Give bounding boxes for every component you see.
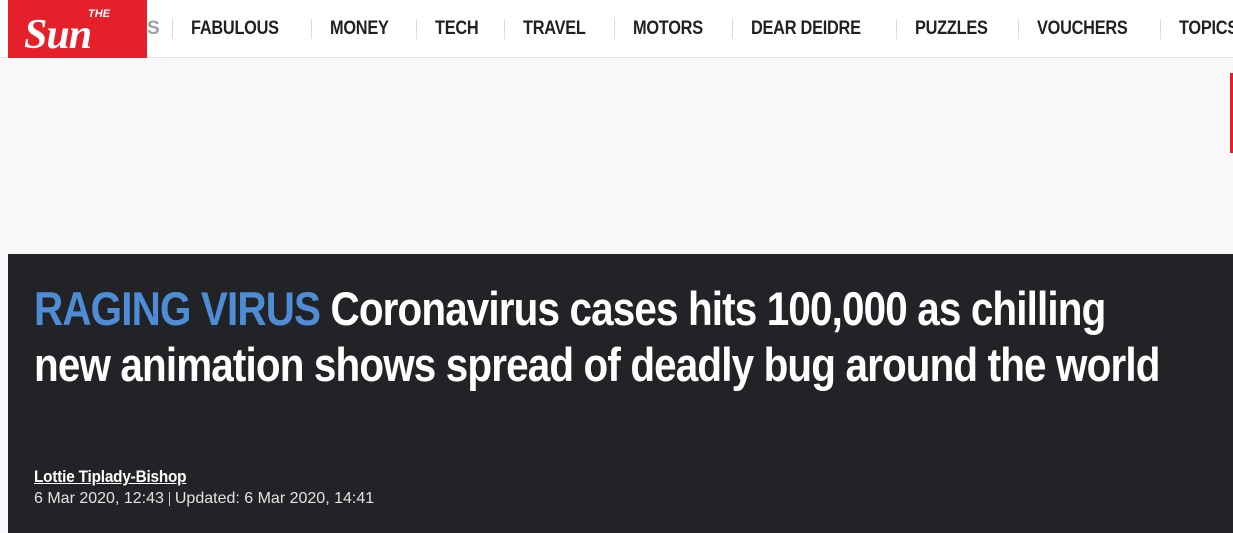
article-timestamps: 6 Mar 2020, 12:43 Updated: 6 Mar 2020, 1… [34, 490, 374, 508]
article-headline: RAGING VIRUS Coronavirus cases hits 100,… [34, 281, 1174, 393]
nav-item-travel[interactable]: TRAVEL [505, 0, 614, 58]
nav-item-topics-a-z[interactable]: TOPICS A-Z [1161, 0, 1233, 58]
updated-date: Updated: 6 Mar 2020, 14:41 [174, 490, 375, 507]
nav-item-tech[interactable]: TECH [417, 0, 504, 58]
svg-text:THE: THE [88, 8, 111, 20]
nav-link-tech[interactable]: TECH [435, 18, 479, 40]
nav-link-topics-a-z[interactable]: TOPICS A-Z [1179, 18, 1233, 40]
article-header: RAGING VIRUS Coronavirus cases hits 100,… [8, 254, 1233, 533]
top-navigation-bar: THE Sun S FABULOUS MONEY TECH TRAVEL MOT… [0, 0, 1233, 58]
the-sun-logo-mark: THE Sun [24, 8, 111, 54]
nav-item-fabulous[interactable]: FABULOUS [173, 0, 311, 58]
the-sun-logo[interactable]: THE Sun [8, 0, 147, 58]
article-kicker: RAGING VIRUS [34, 282, 321, 335]
nav-link-puzzles[interactable]: PUZZLES [915, 18, 988, 40]
timestamp-divider [168, 492, 170, 506]
nav-item-money[interactable]: MONEY [312, 0, 416, 58]
nav-item-partial[interactable]: S [147, 0, 160, 58]
nav-item-dear-deidre[interactable]: DEAR DEIDRE [733, 0, 897, 58]
nav-link-vouchers[interactable]: VOUCHERS [1037, 18, 1128, 40]
section-nav: FABULOUS MONEY TECH TRAVEL MOTORS DEAR D… [172, 0, 1233, 58]
advertisement-slot [0, 59, 1233, 254]
nav-link-dear-deidre[interactable]: DEAR DEIDRE [751, 18, 861, 40]
published-date: 6 Mar 2020, 12:43 [34, 490, 164, 507]
nav-link-motors[interactable]: MOTORS [633, 18, 703, 40]
nav-link-fabulous[interactable]: FABULOUS [191, 18, 279, 40]
nav-link-money[interactable]: MONEY [330, 18, 389, 40]
author-link[interactable]: Lottie Tiplady-Bishop [34, 467, 187, 487]
nav-item-vouchers[interactable]: VOUCHERS [1019, 0, 1160, 58]
svg-text:Sun: Sun [24, 12, 91, 54]
nav-item-motors[interactable]: MOTORS [615, 0, 732, 58]
nav-link-travel[interactable]: TRAVEL [523, 18, 586, 40]
nav-item-puzzles[interactable]: PUZZLES [897, 0, 1017, 58]
